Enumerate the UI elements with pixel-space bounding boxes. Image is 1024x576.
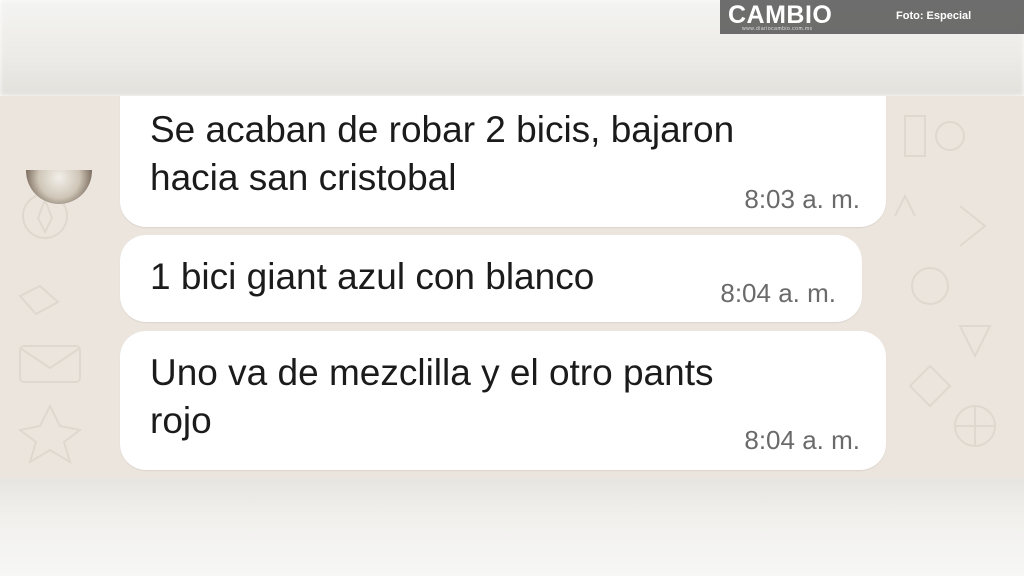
screenshot-frame: Se acaban de robar 2 bicis, bajaron haci…: [0, 0, 1024, 576]
message-line: rojo: [150, 400, 212, 441]
message-bubble[interactable]: Se acaban de robar 2 bicis, bajaron haci…: [120, 96, 886, 227]
message-text: Uno va de mezclilla y el otro pants rojo: [150, 349, 714, 445]
message-text: 1 bici giant azul con blanco: [150, 253, 594, 301]
message-line: 1 bici giant azul con blanco: [150, 256, 595, 297]
message-text: Se acaban de robar 2 bicis, bajaron haci…: [150, 106, 734, 202]
message-bubble[interactable]: 1 bici giant azul con blanco 8:04 a. m.: [120, 235, 862, 322]
message-timestamp: 8:04 a. m.: [744, 425, 860, 455]
news-watermark: CAMBIO www.diariocambio.com.mx Foto: Esp…: [720, 0, 1024, 34]
photo-credit: Foto: Especial: [896, 10, 972, 22]
message-line: Se acaban de robar 2 bicis, bajaron: [150, 109, 735, 150]
message-bubble[interactable]: Uno va de mezclilla y el otro pants rojo…: [120, 331, 886, 470]
message-timestamp: 8:03 a. m.: [744, 184, 860, 214]
blurred-bottom-region: [0, 478, 1024, 576]
message-timestamp: 8:04 a. m.: [720, 278, 836, 308]
message-line: Uno va de mezclilla y el otro pants: [150, 352, 714, 393]
message-line: hacia san cristobal: [150, 157, 457, 198]
cambio-site-url: www.diariocambio.com.mx: [742, 26, 813, 32]
